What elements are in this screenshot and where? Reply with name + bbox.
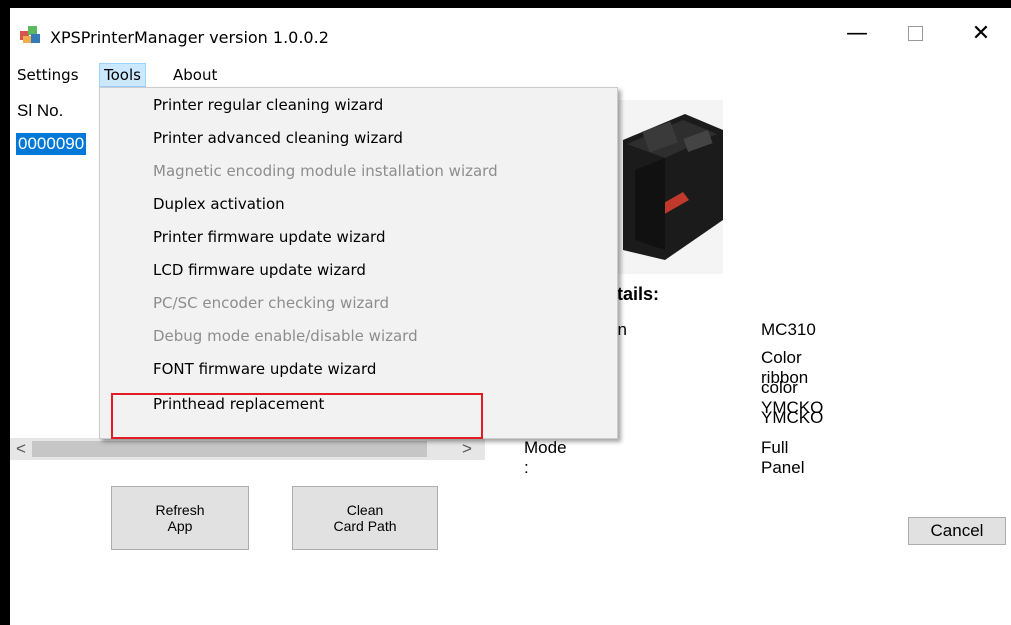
- column-header-sl-no[interactable]: Sl No.: [17, 101, 63, 121]
- close-icon: ✕: [971, 20, 991, 46]
- detail-value-panel: YMCKO: [761, 408, 824, 427]
- horizontal-scrollbar[interactable]: < >: [10, 438, 485, 460]
- menu-item-debug-mode-wizard: Debug mode enable/disable wizard: [153, 327, 418, 345]
- scroll-right-icon[interactable]: >: [462, 438, 472, 460]
- highlight-box: [111, 393, 483, 439]
- minimize-button[interactable]: —: [828, 8, 886, 58]
- app-icon: [20, 26, 40, 43]
- menu-item-duplex-activation[interactable]: Duplex activation: [153, 187, 285, 221]
- detail-label-mode: Mode :: [524, 438, 567, 477]
- clean-card-path-label-line2: Card Path: [333, 518, 397, 534]
- list-item[interactable]: 0000090: [16, 133, 87, 155]
- printer-list: Sl No. 0000090: [12, 93, 107, 433]
- cancel-button[interactable]: Cancel: [908, 517, 1006, 545]
- minimize-icon: —: [846, 20, 868, 46]
- clean-card-path-label-line1: Clean: [346, 502, 384, 518]
- menu-item-pcsc-encoder-checking-wizard: PC/SC encoder checking wizard: [153, 294, 389, 312]
- refresh-app-label-line1: Refresh: [155, 502, 205, 518]
- menu-tools[interactable]: Tools: [99, 63, 146, 87]
- refresh-app-label-line2: App: [167, 518, 193, 534]
- maximize-button[interactable]: [886, 8, 944, 58]
- detail-value-mode: Full Panel: [761, 438, 805, 477]
- menu-about[interactable]: About: [169, 64, 221, 86]
- app-window: XPSPrinterManager version 1.0.0.2 — ✕ Se…: [10, 8, 1011, 625]
- menu-item-advanced-cleaning-wizard[interactable]: Printer advanced cleaning wizard: [153, 121, 403, 155]
- menu-item-printer-firmware-update-wizard[interactable]: Printer firmware update wizard: [153, 220, 385, 254]
- menu-bar: Settings Tools About: [10, 62, 1011, 88]
- tools-dropdown-menu: Printer regular cleaning wizard Printer …: [99, 87, 618, 439]
- maximize-icon: [907, 25, 923, 41]
- menu-item-regular-cleaning-wizard[interactable]: Printer regular cleaning wizard: [153, 88, 383, 122]
- menu-item-font-firmware-update-wizard[interactable]: FONT firmware update wizard: [153, 352, 376, 386]
- close-button[interactable]: ✕: [952, 8, 1010, 58]
- scroll-left-icon[interactable]: <: [16, 438, 26, 460]
- clean-card-path-button[interactable]: Clean Card Path: [292, 486, 438, 550]
- menu-item-magnetic-encoding-wizard: Magnetic encoding module installation wi…: [153, 162, 498, 180]
- menu-settings[interactable]: Settings: [13, 64, 83, 86]
- detail-value-model: MC310: [761, 320, 816, 339]
- title-bar[interactable]: XPSPrinterManager version 1.0.0.2 — ✕: [10, 8, 1011, 62]
- menu-item-lcd-firmware-update-wizard[interactable]: LCD firmware update wizard: [153, 253, 366, 287]
- refresh-app-button[interactable]: Refresh App: [111, 486, 249, 550]
- printer-image: [605, 100, 723, 274]
- window-title: XPSPrinterManager version 1.0.0.2: [50, 28, 329, 47]
- scroll-thumb[interactable]: [32, 441, 427, 457]
